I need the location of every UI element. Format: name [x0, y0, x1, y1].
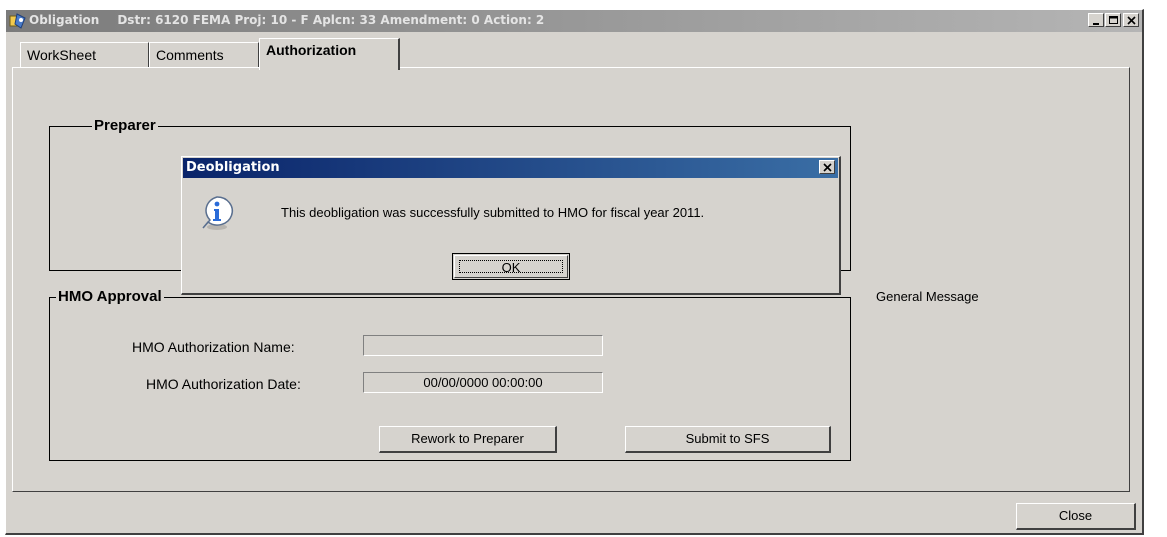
submit-to-sfs-button[interactable]: Submit to SFS: [625, 426, 831, 453]
deobligation-dialog: Deobligation This deobligation was succe…: [181, 156, 841, 295]
hmo-approval-group-label: HMO Approval: [56, 288, 164, 306]
app-icon: [9, 13, 26, 29]
tab-authorization[interactable]: Authorization: [259, 38, 400, 70]
window-close-button[interactable]: [1123, 13, 1139, 27]
close-icon: [823, 163, 832, 172]
hmo-authorization-name-label: HMO Authorization Name:: [132, 339, 295, 355]
general-message-label: General Message: [876, 289, 979, 304]
hmo-authorization-date-label: HMO Authorization Date:: [146, 376, 301, 392]
tab-authorization-label: Authorization: [266, 42, 357, 58]
window-title: Obligation: [29, 13, 100, 27]
info-icon: [202, 196, 233, 230]
tab-worksheet[interactable]: WorkSheet: [20, 42, 149, 68]
maximize-icon: [1109, 16, 1118, 24]
minimize-icon: [1093, 23, 1099, 25]
dialog-close-button[interactable]: [819, 160, 835, 174]
dialog-titlebar[interactable]: Deobligation: [183, 158, 838, 178]
rework-to-preparer-button[interactable]: Rework to Preparer: [379, 426, 557, 453]
tab-comments-label: Comments: [156, 47, 224, 63]
window-titlebar[interactable]: Obligation Dstr: 6120 FEMA Proj: 10 - F A…: [6, 10, 1142, 32]
maximize-button[interactable]: [1105, 13, 1121, 27]
main-window: Obligation Dstr: 6120 FEMA Proj: 10 - F A…: [5, 9, 1144, 535]
dialog-message: This deobligation was successfully submi…: [281, 205, 705, 220]
tab-comments[interactable]: Comments: [149, 42, 259, 68]
hmo-authorization-name-field[interactable]: [363, 335, 603, 356]
hmo-authorization-date-field[interactable]: 00/00/0000 00:00:00: [363, 372, 603, 393]
ok-button[interactable]: OK: [452, 253, 570, 280]
minimize-button[interactable]: [1088, 13, 1104, 27]
preparer-group-label: Preparer: [92, 117, 158, 135]
ok-button-label: OK: [459, 260, 563, 275]
close-button[interactable]: Close: [1016, 503, 1136, 530]
tab-worksheet-label: WorkSheet: [27, 47, 96, 63]
close-icon: [1127, 16, 1136, 25]
dialog-title: Deobligation: [186, 160, 280, 175]
window-title-meta: Dstr: 6120 FEMA Proj: 10 - F Aplcn: 33 A…: [117, 13, 545, 27]
